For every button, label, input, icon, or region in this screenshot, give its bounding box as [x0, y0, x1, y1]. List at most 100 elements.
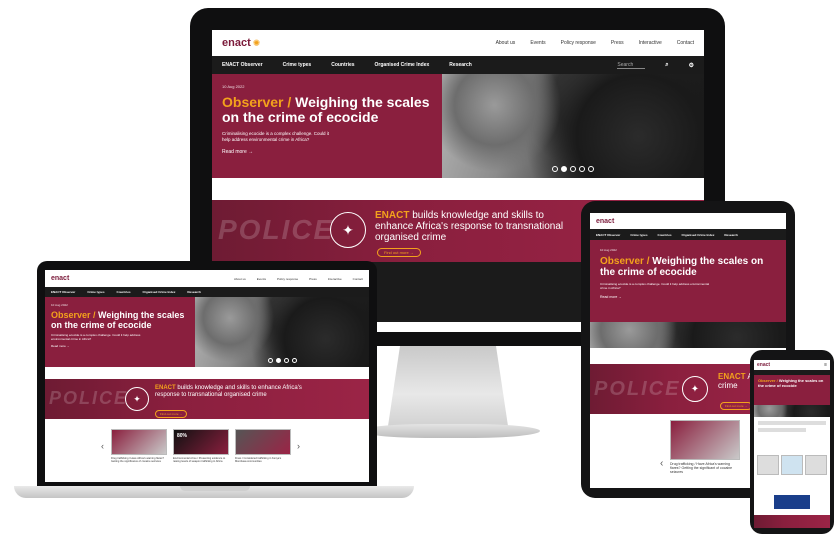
card-image [111, 429, 167, 455]
gear-icon[interactable]: ⚙ [689, 62, 694, 69]
search-icon[interactable]: ⌕ [665, 62, 668, 69]
carousel-dot[interactable] [291, 358, 297, 363]
hero-date: 10 Aug 2022 [222, 84, 245, 89]
carousel-dot[interactable] [570, 166, 576, 172]
carousel-dots[interactable] [442, 166, 704, 172]
hero-kicker: Observer / [222, 94, 292, 110]
subnav-oci[interactable]: Organised Crime Index [682, 233, 715, 237]
subnav-observer[interactable]: ENACT Observer [596, 233, 620, 237]
site-header: enact [590, 213, 786, 229]
nav-events[interactable]: Events [257, 277, 266, 281]
find-out-more-button[interactable]: Find out more → [377, 248, 421, 257]
article-card[interactable]: Drug trafficking / Have Africa's warning… [111, 429, 167, 463]
nav-press[interactable]: Press [611, 40, 624, 46]
laptop-screen: enact About us Events Policy response Pr… [45, 270, 369, 482]
hero-read-more[interactable]: Read more → [600, 295, 776, 299]
spacer [212, 178, 704, 200]
subnav-observer[interactable]: ENACT Observer [222, 62, 263, 68]
hero-kicker: Observer / [51, 310, 96, 320]
nav-events[interactable]: Events [530, 40, 545, 46]
hero-read-more[interactable]: Read more → [222, 149, 432, 155]
subnav-research[interactable]: Research [187, 290, 201, 294]
subnav-research[interactable]: Research [724, 233, 738, 237]
enact-logo[interactable]: enact [222, 37, 251, 49]
carousel-dot[interactable] [588, 166, 594, 172]
subnav-countries[interactable]: Countries [117, 290, 131, 294]
nav-interactive[interactable]: Interactive [328, 277, 342, 281]
carousel-dot-active[interactable] [561, 166, 567, 172]
hero-image [442, 74, 704, 178]
subnav-countries[interactable]: Countries [658, 233, 672, 237]
carousel-dot[interactable] [267, 358, 273, 363]
carousel-dot[interactable] [552, 166, 558, 172]
text-line [758, 428, 806, 432]
hero-read-more[interactable]: Read more → [51, 344, 189, 348]
hero-text-panel: 10 Aug 2022 Observer / Weighing the scal… [590, 240, 786, 322]
site-header: enact ✺ About us Events Policy response … [212, 30, 704, 56]
subnav-research[interactable]: Research [449, 62, 472, 68]
enact-logo[interactable]: enact [51, 275, 69, 282]
nav-press[interactable]: Press [309, 277, 317, 281]
hero-date: 10 Aug 2022 [600, 248, 617, 252]
card-image[interactable] [805, 455, 827, 475]
find-out-more-button[interactable]: Find out more → [155, 410, 188, 418]
banner-text-block: ENACT builds knowledge and skills to enh… [155, 385, 325, 399]
hero-image [590, 322, 786, 348]
nav-policy[interactable]: Policy response [277, 277, 298, 281]
card-badge: 80% [177, 433, 188, 439]
subnav-crime-types[interactable]: Crime types [283, 62, 312, 68]
nav-contact[interactable]: Contact [677, 40, 694, 46]
enact-logo[interactable]: enact [757, 362, 770, 368]
nav-interactive[interactable]: Interactive [639, 40, 662, 46]
site-header: enact About us Events Policy response Pr… [45, 270, 369, 287]
carousel-dot[interactable] [283, 358, 289, 363]
footer-banner [754, 515, 830, 528]
banner-bg-word: POLICE [594, 378, 681, 400]
carousel-dot-active[interactable] [275, 358, 281, 363]
phone-cards [754, 455, 830, 475]
chevron-right-icon[interactable]: › [297, 441, 300, 451]
find-out-more-button[interactable]: Find out more → [720, 402, 753, 410]
eu-flag-logo [774, 495, 810, 509]
banner-bg-word: POLICE [218, 214, 335, 245]
hero-summary: Criminalising ecocide is a complex chall… [222, 131, 330, 142]
article-carousel: ‹ Drug trafficking / Have Africa's warni… [45, 419, 369, 479]
chevron-left-icon[interactable]: ‹ [660, 458, 663, 469]
card-title[interactable]: Fines / Considered trafficking in Kenya'… [235, 457, 291, 463]
subnav-crime-types[interactable]: Crime types [87, 290, 104, 294]
nav-policy[interactable]: Policy response [561, 40, 596, 46]
menu-icon[interactable]: ≡ [824, 362, 827, 368]
chevron-left-icon[interactable]: ‹ [101, 441, 104, 451]
card-image[interactable] [781, 455, 803, 475]
subnav-countries[interactable]: Countries [331, 62, 354, 68]
card-image: 80% [173, 429, 229, 455]
card-title[interactable]: Environmental crime / Presenting evidenc… [173, 457, 229, 463]
subnav-crime-types[interactable]: Crime types [630, 233, 647, 237]
card-image[interactable] [757, 455, 779, 475]
article-card[interactable]: Drug trafficking / Have Africa's warning… [670, 420, 740, 475]
monitor-stand [388, 346, 508, 426]
subnav-oci[interactable]: Organised Crime Index [143, 290, 176, 294]
hero-title-block: Observer / Weighing the scales on the cr… [758, 378, 826, 388]
phone-screen: enact ≡ Observer / Weighing the scales o… [754, 360, 830, 528]
search-input[interactable]: Search [617, 62, 646, 69]
article-card[interactable]: Fines / Considered trafficking in Kenya'… [235, 429, 291, 463]
subnav-observer[interactable]: ENACT Observer [51, 290, 75, 294]
nav-about[interactable]: About us [496, 40, 516, 46]
hero-text-panel: 10 Aug 2022 Observer / Weighing the scal… [212, 74, 442, 178]
carousel-dot[interactable] [579, 166, 585, 172]
nav-about[interactable]: About us [234, 277, 246, 281]
nav-contact[interactable]: Contact [353, 277, 363, 281]
carousel-dots[interactable] [195, 358, 369, 363]
top-nav: About us Events Policy response Press In… [234, 277, 363, 281]
card-title[interactable]: Drug trafficking / Have Africa's warning… [670, 462, 740, 475]
site-subnav: ENACT Observer Crime types Countries Org… [590, 229, 786, 240]
article-card[interactable]: 80% Environmental crime / Presenting evi… [173, 429, 229, 463]
subnav-oci[interactable]: Organised Crime Index [375, 62, 430, 68]
hero-text-panel: 10 Aug 2022 Observer / Weighing the scal… [45, 297, 195, 367]
enact-logo[interactable]: enact [596, 218, 614, 225]
logo-globe-icon: ✺ [252, 37, 261, 48]
card-title[interactable]: Drug trafficking / Have Africa's warning… [111, 457, 167, 463]
hero-title-block: Observer / Weighing the scales on the cr… [51, 310, 189, 330]
